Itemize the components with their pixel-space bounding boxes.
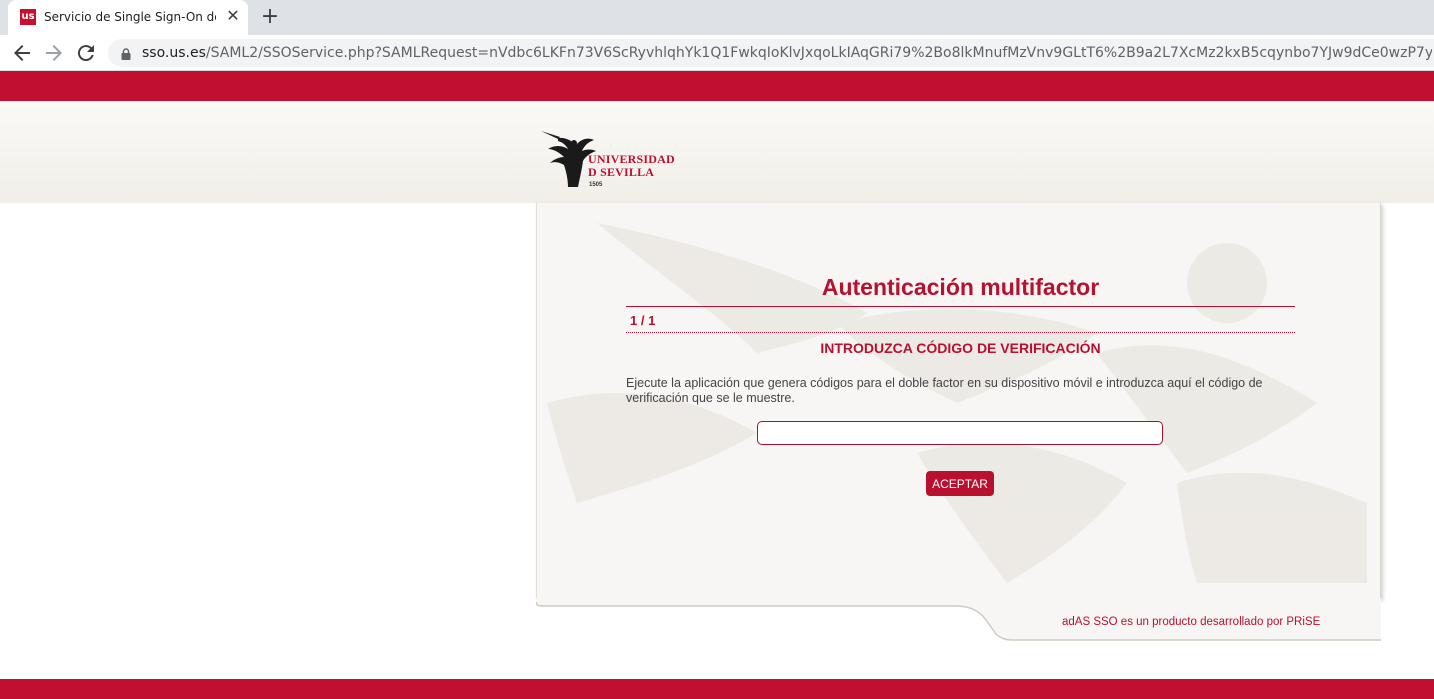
browser-tab-strip: us Servicio de Single Sign-On de la Univ… [0, 0, 1434, 35]
step-indicator: 1 / 1 [630, 313, 656, 328]
logo-year: 1505 [589, 182, 603, 188]
prise-credit-link[interactable]: adAS SSO es un producto desarrollado por… [1062, 616, 1320, 628]
accept-button[interactable]: ACEPTAR [926, 471, 994, 496]
title-divider [626, 306, 1295, 307]
instructions-text: Ejecute la aplicación que genera códigos… [626, 376, 1263, 405]
lock-icon[interactable] [120, 47, 132, 60]
bottom-red-band [0, 679, 1434, 699]
url-host: sso.us.es [142, 45, 206, 61]
tab-title: Servicio de Single Sign-On de la Univers… [44, 10, 216, 24]
url-path: /SAML2/SSOService.php?SAMLRequest=nVdbc6… [205, 45, 1432, 61]
section-subtitle: INTRODUZCA CÓDIGO DE VERIFICACIÓN [820, 340, 1101, 356]
close-tab-icon[interactable]: ✕ [224, 8, 242, 26]
browser-tab[interactable]: us Servicio de Single Sign-On de la Univ… [8, 0, 248, 35]
reload-icon[interactable] [74, 41, 98, 65]
top-red-band [0, 71, 1434, 101]
verification-code-input[interactable] [757, 421, 1163, 445]
step-divider [626, 332, 1295, 333]
logo-wordmark: UNIVERSIDAD D SEVILLA [588, 153, 675, 179]
address-bar[interactable]: sso.us.es/SAML2/SSOService.php?SAMLReque… [108, 39, 1434, 67]
footer-credit: adAS SSO es un producto desarrollado por… [1062, 616, 1320, 628]
logo-line-2: D SEVILLA [588, 165, 655, 179]
back-arrow-icon[interactable] [10, 41, 34, 65]
page-title: Autenticación multifactor [821, 274, 1100, 300]
forward-arrow-icon[interactable] [42, 41, 66, 65]
us-favicon-icon: us [20, 9, 36, 25]
site-header [0, 101, 1434, 203]
new-tab-button[interactable]: + [259, 6, 281, 28]
url-text: sso.us.es/SAML2/SSOService.php?SAMLReque… [142, 45, 1432, 63]
browser-toolbar: sso.us.es/SAML2/SSOService.php?SAMLReque… [0, 35, 1434, 71]
